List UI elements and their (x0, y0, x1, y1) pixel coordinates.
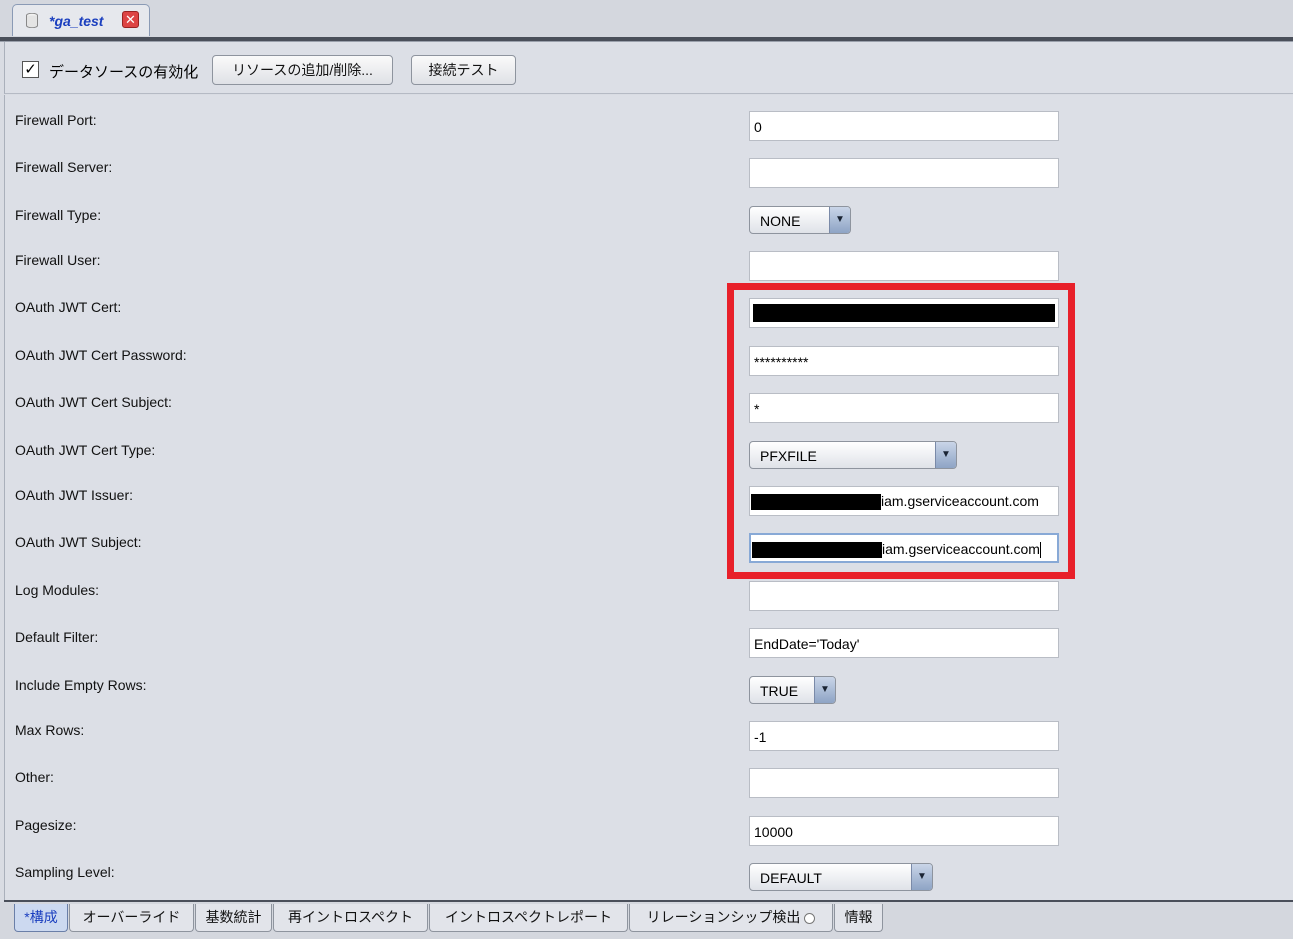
include-empty-rows-dropdown[interactable]: TRUE ▼ (749, 676, 836, 704)
sampling-level-dropdown[interactable]: DEFAULT ▼ (749, 863, 933, 891)
pagesize-field[interactable]: 10000 (749, 816, 1059, 846)
database-icon (26, 13, 38, 28)
document-tab-bar: *ga_test ✕ (0, 0, 1293, 38)
tab-cardinality-stats[interactable]: 基数統計 (195, 904, 272, 932)
highlight-annotation-box (727, 283, 1075, 579)
properties-panel: Firewall Port: 0 Firewall Server: Firewa… (4, 95, 1293, 901)
default-filter-field[interactable]: EndDate='Today' (749, 628, 1059, 658)
sampling-level-value: DEFAULT (760, 870, 822, 886)
document-tab-ga-test[interactable]: *ga_test ✕ (12, 4, 150, 36)
firewall-user-field[interactable] (749, 251, 1059, 281)
close-icon[interactable]: ✕ (122, 11, 139, 28)
toolbar: ✓ データソースの有効化 リソースの追加/削除... 接続テスト (4, 42, 1293, 94)
other-label: Other: (15, 769, 54, 785)
enable-datasource-checkbox[interactable]: ✓ (22, 61, 39, 78)
add-remove-resources-button[interactable]: リソースの追加/削除... (212, 55, 393, 85)
log-modules-field[interactable] (749, 581, 1059, 611)
chevron-down-icon[interactable]: ▼ (911, 864, 932, 890)
oauth-jwt-subject-label: OAuth JWT Subject: (15, 534, 142, 550)
firewall-user-label: Firewall User: (15, 252, 101, 268)
chevron-down-icon[interactable]: ▼ (814, 677, 835, 703)
firewall-port-field[interactable]: 0 (749, 111, 1059, 141)
max-rows-field[interactable]: -1 (749, 721, 1059, 751)
firewall-port-label: Firewall Port: (15, 112, 97, 128)
tab-configuration[interactable]: *構成 (14, 904, 68, 932)
log-modules-label: Log Modules: (15, 582, 100, 598)
bottom-tab-bar: *構成 オーバーライド 基数統計 再イントロスペクト イントロスペクトレポート … (0, 902, 1293, 939)
firewall-server-field[interactable] (749, 158, 1059, 188)
tab-introspect-report[interactable]: イントロスペクトレポート (429, 904, 628, 932)
max-rows-label: Max Rows: (15, 722, 85, 738)
include-empty-rows-label: Include Empty Rows: (15, 677, 147, 693)
firewall-type-dropdown[interactable]: NONE ▼ (749, 206, 851, 234)
chevron-down-icon[interactable]: ▼ (829, 207, 850, 233)
tab-relationship-discovery-label: リレーションシップ検出 (646, 909, 801, 925)
tab-info[interactable]: 情報 (834, 904, 883, 932)
enable-datasource-label: データソースの有効化 (49, 64, 199, 81)
firewall-server-label: Firewall Server: (15, 159, 113, 175)
tab-override[interactable]: オーバーライド (69, 904, 194, 932)
document-tab-title: *ga_test (49, 13, 104, 29)
tab-re-introspect[interactable]: 再イントロスペクト (273, 904, 428, 932)
other-field[interactable] (749, 768, 1059, 798)
sampling-level-label: Sampling Level: (15, 864, 115, 880)
firewall-type-label: Firewall Type: (15, 207, 102, 223)
include-empty-rows-value: TRUE (760, 683, 799, 699)
oauth-jwt-issuer-label: OAuth JWT Issuer: (15, 487, 133, 503)
oauth-jwt-cert-password-label: OAuth JWT Cert Password: (15, 347, 187, 363)
firewall-type-value: NONE (760, 213, 801, 229)
connection-test-button[interactable]: 接続テスト (411, 55, 516, 85)
pagesize-label: Pagesize: (15, 817, 77, 833)
default-filter-label: Default Filter: (15, 629, 99, 645)
oauth-jwt-cert-label: OAuth JWT Cert: (15, 299, 122, 315)
oauth-jwt-cert-subject-label: OAuth JWT Cert Subject: (15, 394, 172, 410)
tab-relationship-discovery[interactable]: リレーションシップ検出 (629, 904, 833, 932)
status-circle-icon (804, 912, 816, 924)
oauth-jwt-cert-type-label: OAuth JWT Cert Type: (15, 442, 156, 458)
